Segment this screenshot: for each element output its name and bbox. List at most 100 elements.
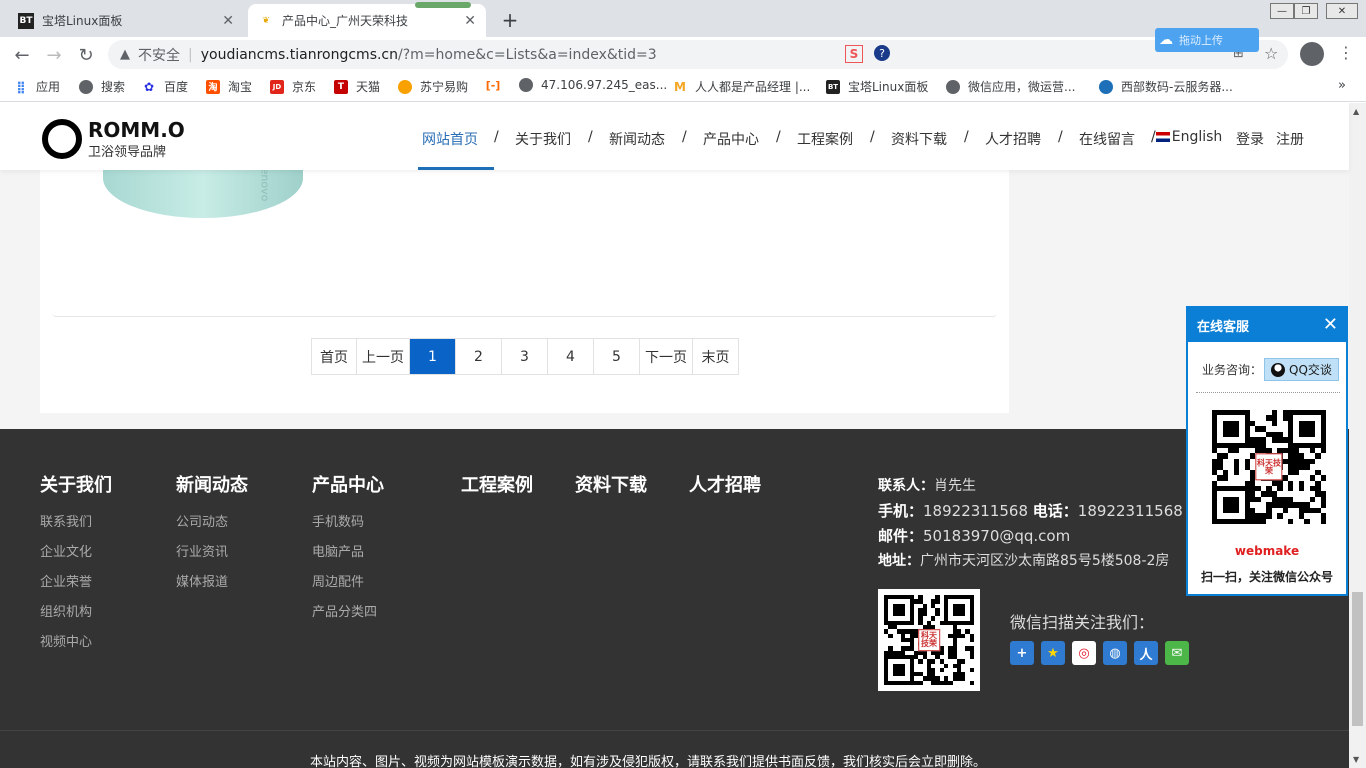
nav-products[interactable]: 产品中心 <box>703 129 759 149</box>
scroll-down-icon[interactable]: ▼ <box>1353 755 1359 764</box>
bookmark-baidu[interactable]: ✿ 百度 <box>142 78 188 95</box>
nav-about[interactable]: 关于我们 <box>515 129 571 149</box>
footer-link[interactable]: 企业荣誉 <box>40 571 92 590</box>
footer-title-downloads[interactable]: 资料下载 <box>575 471 647 497</box>
footer-wechat-qr: 科天技荣 <box>878 589 980 691</box>
url-path: /?m=home&c=Lists&a=index&tid=3 <box>398 46 657 63</box>
bookmark-suning[interactable]: 苏宁易购 <box>398 78 468 95</box>
help-icon[interactable]: ? <box>874 45 890 61</box>
logo-name[interactable]: ROMM.O <box>88 118 185 142</box>
footer-link[interactable]: 组织机构 <box>40 601 92 620</box>
globe-icon <box>79 79 93 94</box>
scrollbar-thumb[interactable] <box>1352 592 1363 726</box>
page-next[interactable]: 下一页 <box>640 339 693 374</box>
bookmark-search[interactable]: 搜索 <box>79 78 125 95</box>
bookmark-woshipm[interactable]: M 人人都是产品经理 |... <box>673 78 810 95</box>
bookmark-apps[interactable]: ⣿ 应用 <box>14 78 60 95</box>
insecure-label[interactable]: 不安全 <box>138 45 180 65</box>
page-2[interactable]: 2 <box>456 339 502 374</box>
share-plus-icon[interactable]: + <box>1010 641 1034 665</box>
page-prev[interactable]: 上一页 <box>357 339 410 374</box>
nav-home[interactable]: 网站首页 <box>422 129 478 149</box>
footer-link[interactable]: 行业资讯 <box>176 541 228 560</box>
footer-link[interactable]: 联系我们 <box>40 511 92 530</box>
page-4[interactable]: 4 <box>548 339 594 374</box>
tab-baota[interactable]: BT 宝塔Linux面板 ✕ <box>8 4 244 37</box>
footer-title-jobs[interactable]: 人才招聘 <box>689 471 761 497</box>
bookmark-star-icon[interactable]: ☆ <box>1264 44 1278 63</box>
footer-link[interactable]: 公司动态 <box>176 511 228 530</box>
bookmark-taobao[interactable]: 淘淘宝 <box>206 78 252 95</box>
woshipm-icon: M <box>674 79 686 94</box>
bookmark-aliyun[interactable]: [-] <box>486 78 508 92</box>
reload-button[interactable]: ↻ <box>74 43 98 67</box>
nav-jobs[interactable]: 人才招聘 <box>985 129 1041 149</box>
nav-english[interactable]: / English <box>1151 129 1222 145</box>
nav-downloads[interactable]: 资料下载 <box>891 129 947 149</box>
bookmark-jd[interactable]: JD 京东 <box>270 78 316 95</box>
maximize-button[interactable]: ❐ <box>1294 3 1318 19</box>
bt-favicon-icon: BT <box>18 12 34 29</box>
logo-ring-icon[interactable] <box>42 119 82 159</box>
back-button[interactable]: ← <box>10 43 34 67</box>
tab-product-center[interactable]: ❦ 产品中心_广州天荣科技 ✕ <box>248 4 486 37</box>
minimize-button[interactable]: — <box>1270 3 1294 19</box>
page-3[interactable]: 3 <box>502 339 548 374</box>
bookmark-label: 京东 <box>292 80 317 94</box>
west-icon <box>1099 79 1113 94</box>
register-link[interactable]: 注册 <box>1276 129 1304 149</box>
weibo-icon[interactable]: ◎ <box>1072 641 1096 665</box>
forward-button[interactable]: → <box>42 43 66 67</box>
footer-link[interactable]: 周边配件 <box>312 571 364 590</box>
page-1[interactable]: 1 <box>410 339 456 374</box>
product-image[interactable] <box>103 170 303 218</box>
page-first[interactable]: 首页 <box>312 339 357 374</box>
nav-divider: / <box>776 129 781 145</box>
nav-cases[interactable]: 工程案例 <box>797 129 853 149</box>
qzone-star-icon[interactable]: ★ <box>1041 641 1065 665</box>
url-text[interactable]: youdiancms.tianrongcms.cn/?m=home&c=List… <box>201 47 657 63</box>
qq-chat-button[interactable]: QQ交谈 <box>1264 358 1339 381</box>
nav-message[interactable]: 在线留言 <box>1079 129 1135 149</box>
close-tab-icon[interactable]: ✕ <box>464 13 476 29</box>
close-tab-icon[interactable]: ✕ <box>222 13 234 29</box>
footer-title-about[interactable]: 关于我们 <box>40 471 112 497</box>
footer-title-products[interactable]: 产品中心 <box>312 471 384 497</box>
menu-dots-icon[interactable]: ⋮ <box>1338 43 1354 62</box>
wechat-icon[interactable]: ✉ <box>1165 641 1189 665</box>
new-tab-button[interactable]: + <box>500 8 520 32</box>
bookmark-label: 微信应用，微运营... <box>968 80 1076 94</box>
footer-link[interactable]: 视频中心 <box>40 631 92 650</box>
close-window-button[interactable]: ✕ <box>1326 3 1358 19</box>
footer-title-news[interactable]: 新闻动态 <box>176 471 248 497</box>
login-link[interactable]: 登录 <box>1236 129 1264 149</box>
more-bookmarks-icon[interactable]: » <box>1338 78 1346 93</box>
tencent-weibo-icon[interactable]: ◍ <box>1103 641 1127 665</box>
page-5[interactable]: 5 <box>594 339 640 374</box>
close-icon[interactable]: ✕ <box>1323 314 1338 335</box>
footer-link[interactable]: 电脑产品 <box>312 541 364 560</box>
profile-avatar-icon[interactable] <box>1300 42 1324 66</box>
value: 18922311568 <box>1077 502 1183 520</box>
renren-icon[interactable]: 人 <box>1134 641 1158 665</box>
bookmark-weixin[interactable]: 微信应用，微运营... <box>946 78 1075 95</box>
footer-link[interactable]: 手机数码 <box>312 511 364 530</box>
nav-news[interactable]: 新闻动态 <box>609 129 665 149</box>
bookmark-label: 搜索 <box>101 80 126 94</box>
bookmark-ip[interactable]: 47.106.97.245_eas... <box>519 78 667 92</box>
footer-link[interactable]: 产品分类四 <box>312 601 377 620</box>
bookmark-label: 宝塔Linux面板 <box>848 80 929 94</box>
scroll-up-icon[interactable]: ▲ <box>1353 107 1359 116</box>
tab-title: 产品中心_广州天荣科技 <box>282 14 409 28</box>
page-last[interactable]: 末页 <box>693 339 738 374</box>
bookmark-tmall[interactable]: T 天猫 <box>334 78 380 95</box>
footer-link[interactable]: 企业文化 <box>40 541 92 560</box>
address-bar[interactable]: ▲ 不安全 | youdiancms.tianrongcms.cn/?m=hom… <box>108 40 1288 69</box>
upload-float-widget[interactable]: ☁ 拖动上传 <box>1155 28 1259 52</box>
bookmark-west[interactable]: 西部数码-云服务器... <box>1099 78 1233 95</box>
extension-s-icon[interactable]: S <box>845 45 863 63</box>
bookmark-label: 西部数码-云服务器... <box>1121 80 1233 94</box>
bookmark-baota[interactable]: BT 宝塔Linux面板 <box>826 78 928 95</box>
footer-link[interactable]: 媒体报道 <box>176 571 228 590</box>
footer-title-cases[interactable]: 工程案例 <box>461 471 533 497</box>
